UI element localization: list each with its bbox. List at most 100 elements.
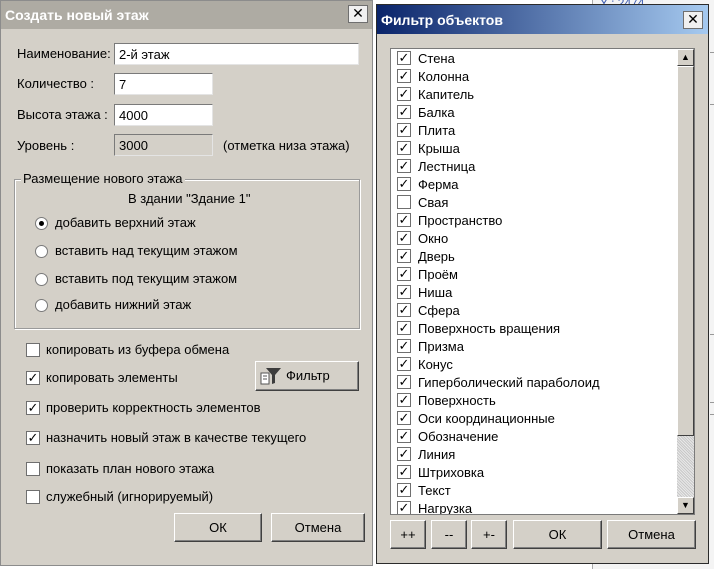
object-type-row[interactable]: ✓ Штриховка: [391, 463, 676, 481]
checkbox[interactable]: ✓: [397, 501, 411, 514]
object-type-row[interactable]: ✓ Окно: [391, 229, 676, 247]
object-type-row[interactable]: ✓ Линия: [391, 445, 676, 463]
object-type-label: Призма: [418, 339, 464, 354]
checkbox[interactable]: ✓: [26, 431, 40, 445]
checkbox[interactable]: ✓: [397, 249, 411, 263]
object-type-row[interactable]: ✓ Пространство: [391, 211, 676, 229]
object-type-row[interactable]: ✓ Гиперболический параболоид: [391, 373, 676, 391]
object-type-row[interactable]: ✓ Призма: [391, 337, 676, 355]
checkbox[interactable]: ✓: [397, 375, 411, 389]
object-type-row[interactable]: ✓ Нагрузка: [391, 499, 676, 515]
checkbox[interactable]: ✓: [397, 339, 411, 353]
close-button[interactable]: ✕: [683, 11, 703, 29]
object-type-row[interactable]: ✓ Проём: [391, 265, 676, 283]
object-type-row[interactable]: ✓ Балка: [391, 103, 676, 121]
object-type-row[interactable]: ✓ Ферма: [391, 175, 676, 193]
checkbox[interactable]: ✓: [397, 159, 411, 173]
deselect-all-button[interactable]: --: [431, 520, 467, 549]
object-type-row[interactable]: ✓ Сфера: [391, 301, 676, 319]
object-type-label: Поверхность вращения: [418, 321, 561, 336]
checkbox[interactable]: ✓: [397, 285, 411, 299]
dialog-titlebar[interactable]: Фильтр объектов ✕: [377, 5, 708, 34]
level-label: Уровень :: [17, 138, 75, 153]
checkbox[interactable]: ✓: [397, 267, 411, 281]
height-input[interactable]: 4000: [114, 104, 213, 126]
ok-button[interactable]: ОК: [174, 513, 262, 542]
object-type-label: Пространство: [418, 213, 503, 228]
invert-selection-button[interactable]: +-: [471, 520, 507, 549]
checkbox[interactable]: ✓: [26, 371, 40, 385]
object-type-label: Капитель: [418, 87, 475, 102]
checkbox[interactable]: ✓: [397, 321, 411, 335]
checkbox[interactable]: ✓: [397, 357, 411, 371]
checkbox[interactable]: ✓: [397, 87, 411, 101]
object-type-row[interactable]: ✓ Поверхность: [391, 391, 676, 409]
name-input[interactable]: 2-й этаж: [114, 43, 359, 65]
object-type-list[interactable]: ✓ Нагрузка ✓ Текст ✓ Штриховка ✓ Линия ✓ Обозначе…: [390, 48, 695, 515]
checkbox[interactable]: ✓: [397, 141, 411, 155]
placement-legend: Размещение нового этажа: [21, 171, 185, 186]
checkbox[interactable]: [26, 343, 40, 357]
object-type-row[interactable]: ✓ Колонна: [391, 67, 676, 85]
object-type-row[interactable]: Свая: [391, 193, 676, 211]
radio-button[interactable]: [35, 299, 48, 312]
checkbox-label: показать план нового этажа: [46, 461, 215, 476]
object-type-row[interactable]: ✓ Стена: [391, 49, 676, 67]
radio-button[interactable]: [35, 273, 48, 286]
object-type-row[interactable]: ✓ Капитель: [391, 85, 676, 103]
height-label: Высота этажа :: [17, 107, 108, 122]
object-type-label: Нагрузка: [418, 501, 473, 515]
object-type-row[interactable]: ✓ Оси координационные: [391, 409, 676, 427]
checkbox[interactable]: ✓: [397, 303, 411, 317]
checkbox[interactable]: ✓: [397, 105, 411, 119]
checkbox[interactable]: [26, 490, 40, 504]
scroll-up-button[interactable]: ▲: [677, 49, 694, 66]
checkbox[interactable]: ✓: [397, 393, 411, 407]
object-type-row[interactable]: ✓ Конус: [391, 355, 676, 373]
funnel-icon: [260, 368, 281, 385]
close-button[interactable]: ✕: [348, 5, 368, 23]
object-type-row[interactable]: ✓ Лестница: [391, 157, 676, 175]
object-type-row[interactable]: ✓ Поверхность вращения: [391, 319, 676, 337]
dialog-title: Фильтр объектов: [381, 12, 503, 28]
count-input[interactable]: 7: [114, 73, 213, 95]
radio-button[interactable]: [35, 245, 48, 258]
select-all-button[interactable]: ++: [390, 520, 426, 549]
checkbox[interactable]: ✓: [397, 213, 411, 227]
building-text: В здании "Здание 1": [128, 191, 251, 206]
dialog-titlebar[interactable]: Создать новый этаж ✕: [1, 1, 372, 29]
scroll-thumb[interactable]: [677, 66, 694, 436]
vertical-scrollbar[interactable]: ▲ ▼: [677, 49, 694, 514]
object-type-row[interactable]: ✓ Текст: [391, 481, 676, 499]
checkbox[interactable]: [397, 195, 411, 209]
object-type-row[interactable]: ✓ Ниша: [391, 283, 676, 301]
ok-button[interactable]: ОК: [513, 520, 602, 549]
filter-button[interactable]: Фильтр: [255, 361, 359, 391]
object-type-label: Сфера: [418, 303, 460, 318]
checkbox[interactable]: ✓: [397, 465, 411, 479]
ruler-tick: [710, 104, 714, 105]
checkbox[interactable]: ✓: [397, 177, 411, 191]
name-label: Наименование:: [17, 46, 111, 61]
object-type-row[interactable]: ✓ Плита: [391, 121, 676, 139]
checkbox[interactable]: ✓: [397, 51, 411, 65]
radio-button[interactable]: [35, 217, 48, 230]
object-type-label: Колонна: [418, 69, 470, 84]
cancel-button[interactable]: Отмена: [271, 513, 365, 542]
object-type-row[interactable]: ✓ Крыша: [391, 139, 676, 157]
object-type-row[interactable]: ✓ Обозначение: [391, 427, 676, 445]
checkbox[interactable]: ✓: [397, 231, 411, 245]
checkbox[interactable]: ✓: [397, 483, 411, 497]
object-type-row[interactable]: ✓ Дверь: [391, 247, 676, 265]
checkbox[interactable]: ✓: [26, 401, 40, 415]
checkbox[interactable]: [26, 462, 40, 476]
checkbox[interactable]: ✓: [397, 69, 411, 83]
scroll-down-button[interactable]: ▼: [677, 497, 694, 514]
checkbox[interactable]: ✓: [397, 411, 411, 425]
checkbox[interactable]: ✓: [397, 123, 411, 137]
scroll-track[interactable]: [677, 436, 694, 497]
radio-label: вставить над текущим этажом: [55, 243, 238, 258]
cancel-button[interactable]: Отмена: [607, 520, 696, 549]
checkbox[interactable]: ✓: [397, 429, 411, 443]
checkbox[interactable]: ✓: [397, 447, 411, 461]
